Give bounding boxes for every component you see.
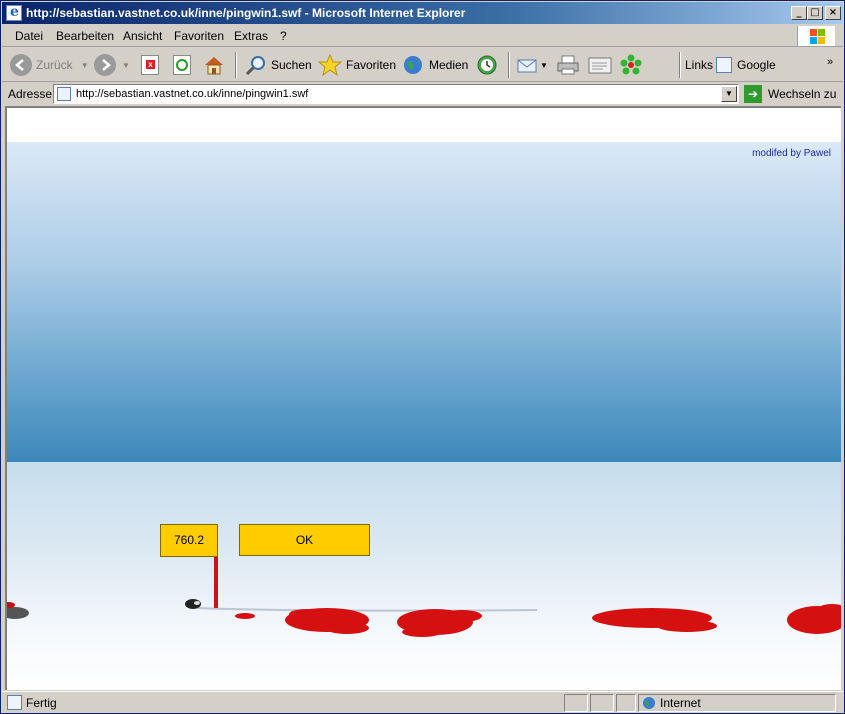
- page-icon: [57, 87, 71, 101]
- star-icon: [318, 54, 342, 76]
- print-button[interactable]: [556, 53, 580, 77]
- toolbar-separator: [508, 52, 510, 78]
- address-label: Adresse: [8, 87, 53, 101]
- blood-trail: [7, 599, 841, 637]
- blood-splat: [285, 608, 369, 634]
- slide-streak: [196, 607, 538, 612]
- blood-splat: [397, 609, 482, 637]
- browser-window: http://sebastian.vastnet.co.uk/inne/ping…: [0, 0, 845, 714]
- windows-logo-icon: [797, 26, 835, 46]
- toolbar: Zurück ▼ ▼ x Suchen Favoriten Medien ▼ L…: [2, 48, 843, 82]
- close-button[interactable]: ×: [825, 6, 841, 20]
- game-snow-ground: [7, 462, 841, 690]
- mail-icon: [517, 59, 537, 73]
- yeti-stub: [7, 607, 29, 619]
- status-text: Fertig: [26, 696, 57, 710]
- stop-icon: x: [141, 55, 159, 75]
- address-dropdown-icon[interactable]: ▼: [721, 86, 737, 102]
- back-button[interactable]: Zurück ▼: [10, 53, 89, 77]
- penguin-belly: [194, 601, 200, 605]
- favorites-button[interactable]: Favoriten: [318, 53, 396, 77]
- page-content[interactable]: modifed by Pawel 760.2 OK: [5, 106, 841, 690]
- window-title: http://sebastian.vastnet.co.uk/inne/ping…: [26, 6, 466, 20]
- go-button[interactable]: ➔ Wechseln zu: [744, 84, 836, 104]
- menu-bar: Datei Bearbeiten Ansicht Favoriten Extra…: [2, 25, 843, 47]
- icq-button[interactable]: [619, 53, 643, 77]
- page-status-icon: [7, 695, 22, 710]
- favorites-label: Favoriten: [346, 58, 397, 72]
- address-url[interactable]: http://sebastian.vastnet.co.uk/inne/ping…: [76, 88, 308, 100]
- google-page-icon: [716, 57, 732, 73]
- credit-text: modifed by Pawel: [752, 148, 831, 159]
- home-icon: [205, 57, 223, 75]
- forward-arrow-icon: [94, 54, 116, 76]
- edit-page-icon: [588, 57, 612, 74]
- history-button[interactable]: [475, 53, 499, 77]
- menu-favoriten[interactable]: Favoriten: [174, 29, 224, 43]
- google-link[interactable]: Google: [716, 53, 776, 77]
- forward-dropdown-icon[interactable]: ▼: [122, 61, 130, 70]
- links-label[interactable]: Links: [685, 53, 713, 77]
- menu-bearbeiten[interactable]: Bearbeiten: [56, 29, 114, 43]
- status-bar: Fertig Internet: [2, 691, 843, 713]
- edit-button[interactable]: [587, 53, 613, 77]
- ie-app-icon[interactable]: [6, 4, 22, 21]
- mail-dropdown-icon[interactable]: ▼: [540, 61, 548, 70]
- game-sky: [7, 142, 841, 462]
- zone-panel: Internet: [638, 694, 836, 712]
- back-label: Zurück: [36, 58, 73, 72]
- go-arrow-icon: ➔: [744, 85, 762, 103]
- history-icon: [477, 55, 497, 75]
- status-panel: [590, 694, 614, 712]
- maximize-button[interactable]: □: [807, 6, 823, 20]
- blood-splat: [592, 608, 717, 632]
- title-bar: http://sebastian.vastnet.co.uk/inne/ping…: [2, 2, 843, 24]
- icq-flower-icon: [620, 54, 642, 75]
- forward-button[interactable]: ▼: [94, 53, 130, 77]
- search-label: Suchen: [271, 58, 312, 72]
- toolbar-separator: [235, 52, 237, 78]
- home-button[interactable]: [202, 53, 226, 77]
- blood-splat: [787, 604, 841, 634]
- stop-button[interactable]: x: [141, 53, 159, 77]
- distance-value: 760.2: [160, 524, 218, 557]
- minimize-button[interactable]: _: [791, 6, 807, 20]
- status-panel: [564, 694, 588, 712]
- menu-extras[interactable]: Extras: [234, 29, 268, 43]
- menu-help[interactable]: ?: [280, 29, 287, 43]
- menu-ansicht[interactable]: Ansicht: [123, 29, 162, 43]
- ok-button[interactable]: OK: [239, 524, 370, 556]
- toolbar-separator: [679, 52, 681, 78]
- zone-label: Internet: [660, 696, 701, 710]
- printer-icon: [557, 55, 579, 75]
- internet-globe-icon: [643, 697, 655, 709]
- back-dropdown-icon[interactable]: ▼: [81, 61, 89, 70]
- google-label: Google: [737, 58, 776, 72]
- media-button[interactable]: Medien: [402, 53, 468, 77]
- globe-icon: [404, 56, 422, 74]
- search-button[interactable]: Suchen: [244, 53, 312, 77]
- address-input[interactable]: http://sebastian.vastnet.co.uk/inne/ping…: [53, 84, 739, 104]
- mail-button[interactable]: ▼: [516, 53, 548, 77]
- toolbar-overflow-chevron[interactable]: »: [827, 50, 833, 74]
- menu-datei[interactable]: Datei: [15, 29, 43, 43]
- back-arrow-icon: [10, 54, 32, 76]
- address-bar: Adresse http://sebastian.vastnet.co.uk/i…: [2, 83, 843, 105]
- media-label: Medien: [429, 58, 469, 72]
- status-panel: [616, 694, 636, 712]
- refresh-button[interactable]: [173, 53, 191, 77]
- blood-splat-small: [235, 613, 255, 619]
- refresh-icon: [173, 55, 191, 75]
- go-label: Wechseln zu: [768, 87, 837, 101]
- search-icon: [245, 56, 265, 76]
